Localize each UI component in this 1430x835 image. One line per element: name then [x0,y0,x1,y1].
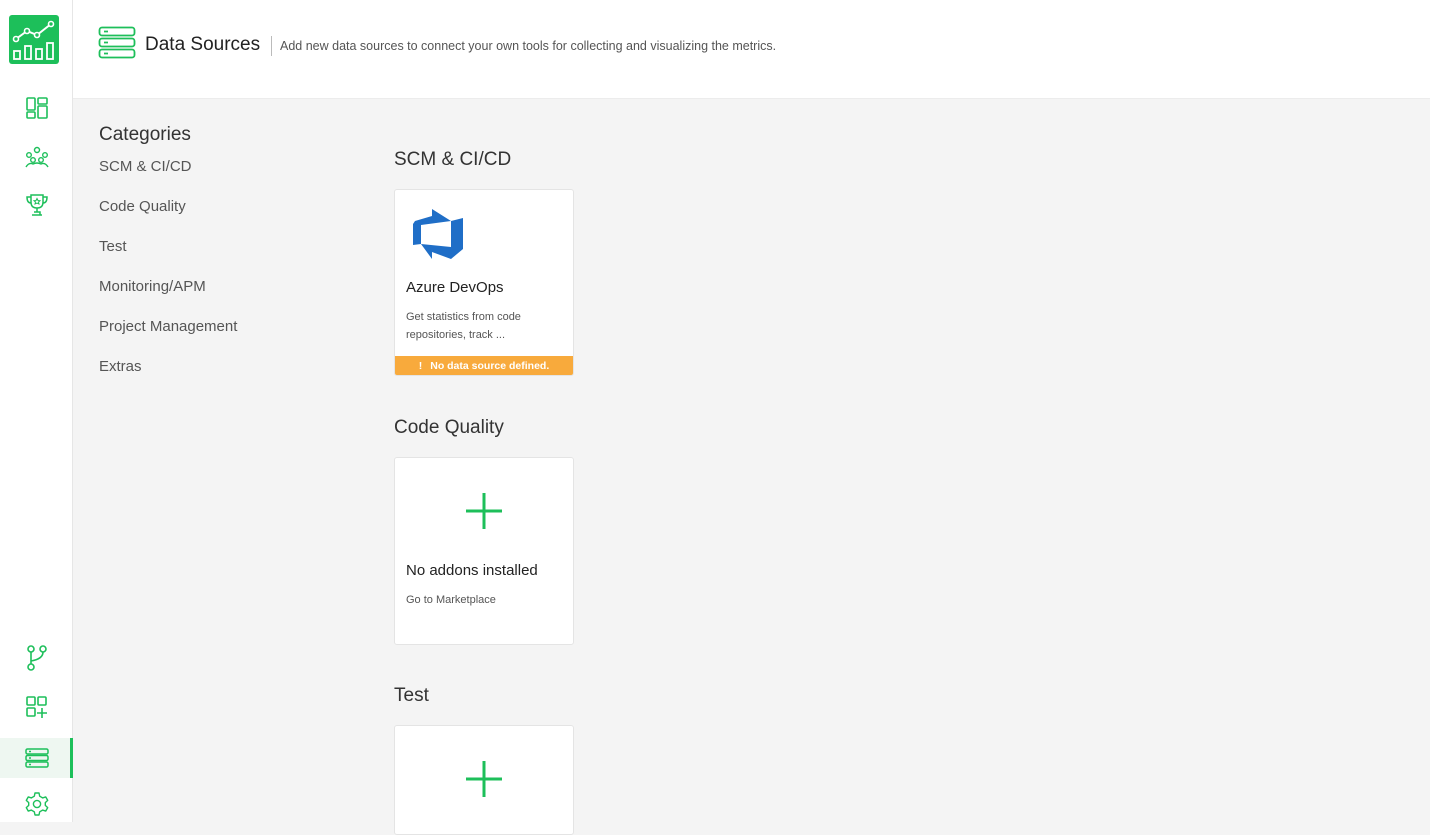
category-extras[interactable]: Extras [99,358,339,398]
plus-icon [466,761,502,797]
addon-description: Get statistics from code repositories, t… [406,311,521,341]
page-header: Data Sources Add new data sources to con… [73,0,1430,99]
category-monitoring-apm[interactable]: Monitoring/APM [99,278,339,318]
nav-dashboards[interactable] [0,88,73,128]
addon-name: Azure DevOps [406,279,504,296]
category-project-management[interactable]: Project Management [99,318,339,358]
azure-devops-logo-icon [413,209,463,259]
header-divider [271,36,272,56]
nav-teams[interactable] [0,137,73,177]
addon-card-marketplace[interactable]: No addons installed Go to Marketplace [394,457,574,645]
trophy-icon [25,194,48,216]
nav-integrations[interactable] [0,638,73,678]
add-widget-icon [25,696,47,718]
analytics-logo-icon [12,20,55,60]
marketplace-link[interactable]: Go to Marketplace [406,591,556,609]
warning-icon: ! [418,359,423,372]
addon-card-azure-devops[interactable]: Azure DevOps Get statistics from code re… [394,189,574,376]
no-data-source-warning: ! No data source defined. [395,356,573,375]
section-title-scm: SCM & CI/CD [394,149,512,170]
category-code-quality[interactable]: Code Quality [99,198,339,238]
category-scm-ci-cd[interactable]: SCM & CI/CD [99,158,339,198]
teams-icon [24,146,49,168]
data-sources-icon [24,748,49,768]
nav-settings[interactable] [0,784,73,824]
section-title-code-quality: Code Quality [394,417,504,438]
warning-text: No data source defined. [430,359,550,372]
settings-icon [25,792,48,816]
page-title: Data Sources [145,34,261,55]
nav-achievements[interactable] [0,185,73,225]
data-sources-header-icon [98,26,136,59]
categories-title: Categories [99,124,191,145]
no-addons-title: No addons installed [406,562,538,579]
categories-panel: Categories SCM & CI/CD Code Quality Test… [99,124,339,398]
section-title-test: Test [394,685,429,706]
page-description: Add new data sources to connect your own… [280,39,777,53]
nav-data-sources[interactable] [0,738,73,778]
category-test[interactable]: Test [99,238,339,278]
branch-icon [26,645,47,671]
app-logo[interactable] [9,15,59,64]
dashboards-icon [25,97,48,119]
nav-add-widget[interactable] [0,687,73,727]
sidebar [0,0,73,822]
addon-card-test-marketplace[interactable] [394,725,574,835]
plus-icon [466,493,502,529]
